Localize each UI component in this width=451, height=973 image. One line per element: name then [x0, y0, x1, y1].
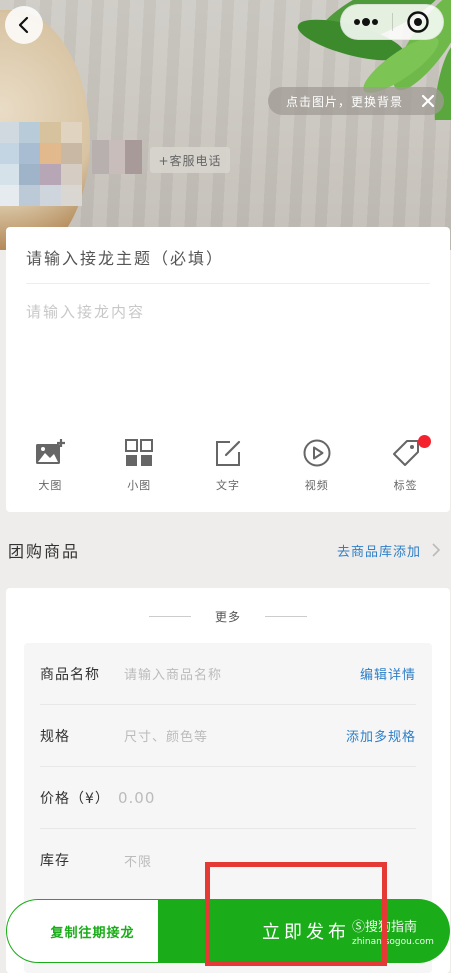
large-image-label: 大图 [38, 479, 63, 492]
insert-large-image-button[interactable]: 大图 [6, 437, 95, 497]
change-background-label: 点击图片，更换背景 [286, 94, 404, 109]
add-from-library-link[interactable]: 去商品库添加 [337, 541, 441, 560]
stock-label: 库存 [40, 853, 70, 869]
price-label: 价格（¥） [40, 790, 110, 807]
product-name-row: 商品名称 请输入商品名称 编辑详情 [40, 643, 416, 705]
back-button[interactable] [5, 6, 43, 44]
service-phone-label: +客服电话 [158, 153, 222, 168]
mini-program-capsule [340, 4, 444, 40]
add-from-library-label: 去商品库添加 [336, 544, 421, 560]
avatar[interactable] [0, 122, 82, 206]
small-image-label: 小图 [127, 479, 152, 492]
price-input[interactable]: 0.00 [118, 789, 416, 807]
copy-previous-label: 复制往期接龙 [50, 925, 135, 941]
more-dots-icon [354, 18, 379, 26]
divider-line [265, 615, 307, 617]
divider [26, 283, 430, 284]
new-badge-dot [418, 435, 431, 448]
group-buy-header: 团购商品 去商品库添加 [0, 530, 451, 570]
video-play-icon [303, 439, 331, 467]
more-options-button[interactable] [341, 5, 392, 39]
product-name-label: 商品名称 [40, 666, 100, 683]
close-icon[interactable] [420, 93, 436, 109]
video-label: 视频 [304, 479, 329, 492]
tag-label: 标签 [393, 479, 418, 492]
title-input[interactable]: 请输入接龙主题（必填） [26, 245, 426, 269]
highlight-box [205, 862, 387, 966]
change-background-button[interactable]: 点击图片，更换背景 [268, 87, 444, 115]
edit-details-link[interactable]: 编辑详情 [360, 664, 416, 683]
service-phone-button[interactable]: +客服电话 [150, 147, 230, 173]
large-image-icon [36, 439, 66, 464]
spec-input[interactable]: 尺寸、颜色等 [124, 726, 346, 745]
divider-line [148, 615, 191, 617]
title-placeholder: 请输入接龙主题（必填） [26, 249, 225, 268]
insert-toolbar: 大图 小图 文字 视频 标签 [6, 437, 450, 497]
add-multi-spec-link[interactable]: 添加多规格 [346, 726, 416, 745]
price-row: 价格（¥） 0.00 [40, 767, 416, 829]
product-name-input[interactable]: 请输入商品名称 [124, 664, 360, 683]
chevron-right-icon [432, 543, 441, 557]
more-label: 更多 [214, 609, 241, 624]
insert-small-image-button[interactable]: 小图 [95, 437, 184, 497]
chevron-left-icon [18, 16, 29, 34]
small-grid-icon [125, 439, 154, 466]
insert-tag-button[interactable]: 标签 [361, 437, 450, 497]
group-buy-title: 团购商品 [8, 542, 81, 561]
insert-video-button[interactable]: 视频 [272, 437, 361, 497]
insert-text-button[interactable]: 文字 [184, 437, 273, 497]
post-editor-card: 请输入接龙主题（必填） 请输入接龙内容 大图 小图 文字 视频 标签 [6, 227, 450, 512]
more-toggle[interactable]: 更多 [6, 606, 450, 626]
close-program-button[interactable] [393, 5, 444, 39]
content-input[interactable]: 请输入接龙内容 [26, 301, 426, 325]
target-close-icon [407, 11, 429, 33]
spec-row: 规格 尺寸、颜色等 添加多规格 [40, 705, 416, 767]
tag-icon [392, 440, 419, 466]
edit-text-icon [215, 440, 241, 466]
content-placeholder: 请输入接龙内容 [26, 303, 146, 321]
text-label: 文字 [215, 479, 240, 492]
spec-label: 规格 [40, 728, 70, 745]
user-name-blurred [92, 140, 142, 174]
copy-previous-button[interactable]: 复制往期接龙 [6, 899, 178, 963]
